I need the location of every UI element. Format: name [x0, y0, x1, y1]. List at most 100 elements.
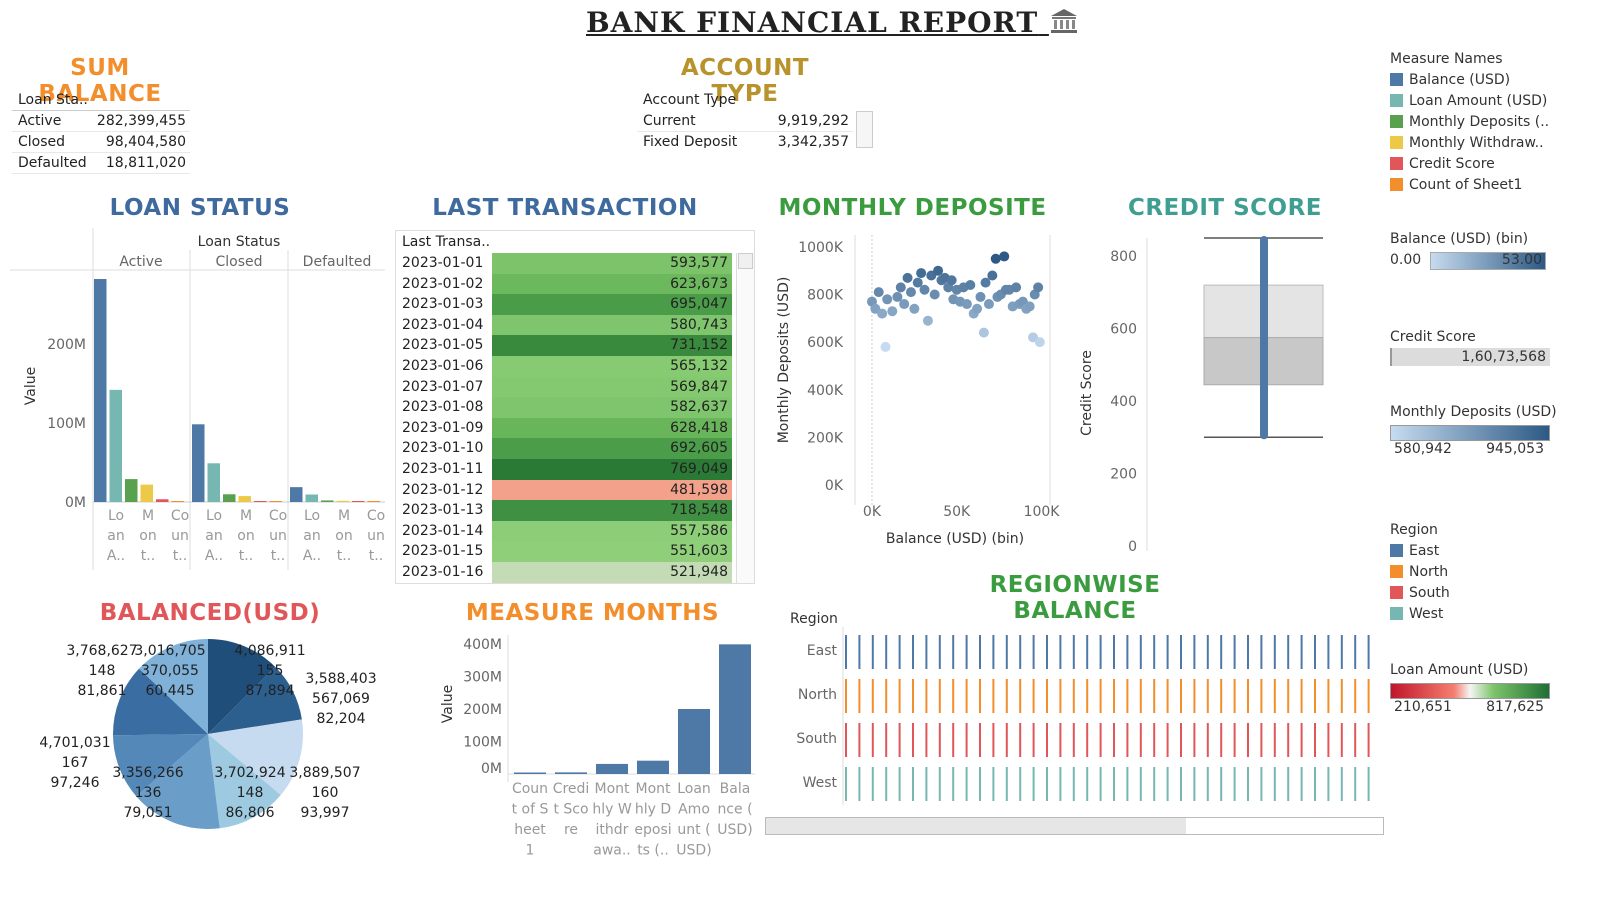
x-tick-label: Lo — [206, 508, 222, 524]
pie-label: 3,356,266 — [112, 765, 183, 781]
bar[interactable] — [352, 501, 365, 502]
scatter-point[interactable] — [922, 315, 933, 326]
regionwise-scrollbar[interactable] — [765, 817, 1384, 835]
data-strip[interactable] — [1260, 236, 1268, 440]
scrollbar-thumb[interactable] — [766, 818, 1186, 834]
legend-item[interactable]: Count of Sheet1 — [1390, 174, 1580, 195]
scatter-point[interactable] — [965, 280, 976, 290]
legend-item[interactable]: Credit Score — [1390, 153, 1580, 174]
legend-item[interactable]: Balance (USD) — [1390, 69, 1580, 90]
pie-label: 160 — [312, 785, 339, 801]
scatter-point[interactable] — [972, 303, 983, 314]
scatter-point[interactable] — [975, 291, 986, 302]
monthly-deposits-gradient — [1390, 425, 1550, 441]
scatter-point[interactable] — [905, 287, 916, 298]
legend-min: 0.00 — [1390, 252, 1422, 268]
bar[interactable] — [514, 772, 546, 775]
bar[interactable] — [223, 494, 236, 502]
y-tick-label: 0M — [65, 495, 86, 511]
legend-label: Monthly Withdraw.. — [1409, 134, 1544, 151]
bar[interactable] — [367, 501, 381, 502]
x-tick-label: t.. — [173, 548, 187, 564]
bar[interactable] — [140, 484, 154, 502]
scatter-point[interactable] — [902, 272, 913, 283]
scatter-point[interactable] — [895, 282, 906, 293]
legend-label: Credit Score — [1409, 155, 1495, 172]
credit-score-legend: Credit Score 1,60,73,568 — [1390, 327, 1560, 366]
bar[interactable] — [269, 501, 283, 502]
table-row: 2023-01-09 628,418 — [396, 417, 754, 439]
bar[interactable] — [321, 500, 334, 502]
x-tick-label: t.. — [369, 548, 383, 564]
legend-item[interactable]: Monthly Deposits (.. — [1390, 111, 1580, 132]
legend-item[interactable]: South — [1390, 582, 1560, 603]
last-transaction-scrollbar[interactable] — [736, 253, 754, 583]
legend-item[interactable]: Monthly Withdraw.. — [1390, 132, 1580, 153]
legend-item[interactable]: West — [1390, 603, 1560, 624]
x-tick-label: Credi — [553, 781, 590, 797]
scatter-point[interactable] — [1034, 337, 1045, 348]
bar[interactable] — [156, 499, 169, 502]
bar[interactable] — [238, 496, 252, 502]
loan-amount-gradient — [1390, 683, 1550, 699]
legend-item[interactable]: East — [1390, 540, 1560, 561]
bar[interactable] — [596, 763, 628, 774]
pie-label: 167 — [62, 755, 89, 771]
bar[interactable] — [94, 279, 107, 502]
x-tick-label: A.. — [205, 548, 223, 564]
bar[interactable] — [336, 500, 350, 502]
scatter-point[interactable] — [961, 299, 972, 310]
loan-status-title: LOAN STATUS — [109, 195, 291, 221]
scatter-point[interactable] — [919, 284, 930, 295]
scatter-point[interactable] — [946, 275, 957, 286]
pie-label: 4,701,031 — [39, 735, 110, 751]
bar[interactable] — [171, 501, 185, 502]
y-tick-label: 0 — [1128, 539, 1137, 555]
bar[interactable] — [555, 772, 587, 774]
bar[interactable] — [125, 479, 138, 502]
legend-item[interactable]: Loan Amount (USD) — [1390, 90, 1580, 111]
scatter-point[interactable] — [873, 287, 884, 298]
bar[interactable] — [207, 463, 221, 502]
legend-item[interactable]: North — [1390, 561, 1560, 582]
scatter-point[interactable] — [990, 253, 1001, 264]
x-tick-label: un — [269, 528, 287, 544]
x-tick-label: A.. — [303, 548, 321, 564]
bar[interactable] — [109, 389, 123, 502]
scatter-point[interactable] — [978, 327, 989, 338]
bar[interactable] — [719, 644, 751, 774]
scatter-point[interactable] — [887, 306, 898, 317]
scatter-point[interactable] — [909, 303, 920, 314]
y-tick-label: 600 — [1110, 322, 1137, 338]
x-tick-label: M — [240, 508, 252, 524]
bar[interactable] — [305, 494, 319, 502]
bar[interactable] — [290, 487, 303, 502]
legend-label: Monthly Deposits (.. — [1409, 113, 1550, 130]
scatter-point[interactable] — [1033, 282, 1044, 293]
scatter-point[interactable] — [1024, 301, 1035, 312]
bar[interactable] — [678, 709, 710, 774]
bar[interactable] — [254, 501, 267, 502]
table-row: Active 282,399,455 — [12, 111, 190, 132]
scatter-point[interactable] — [916, 268, 927, 279]
y-axis-label: Monthly Deposits (USD) — [776, 277, 792, 444]
scatter-point[interactable] — [899, 299, 910, 310]
scatter-point[interactable] — [880, 341, 891, 352]
legend-title: Balance (USD) (bin) — [1390, 231, 1529, 247]
scatter-point[interactable] — [999, 251, 1010, 262]
scrollbar-thumb[interactable] — [738, 253, 753, 269]
legend-label: South — [1409, 584, 1450, 601]
scatter-point[interactable] — [983, 299, 994, 310]
account-type-scrollbar[interactable] — [856, 111, 873, 148]
bar[interactable] — [637, 760, 669, 774]
legend-swatch — [1390, 178, 1403, 191]
page-title: BANK FINANCIAL REPORT — [586, 6, 1079, 41]
scatter-point[interactable] — [877, 308, 888, 319]
x-tick-label: Lo — [108, 508, 124, 524]
legend-title: Measure Names — [1390, 51, 1503, 67]
scatter-point[interactable] — [929, 289, 940, 300]
scatter-point[interactable] — [987, 270, 998, 281]
bar[interactable] — [192, 424, 205, 502]
scatter-point[interactable] — [882, 294, 893, 305]
scatter-point[interactable] — [1011, 282, 1022, 293]
